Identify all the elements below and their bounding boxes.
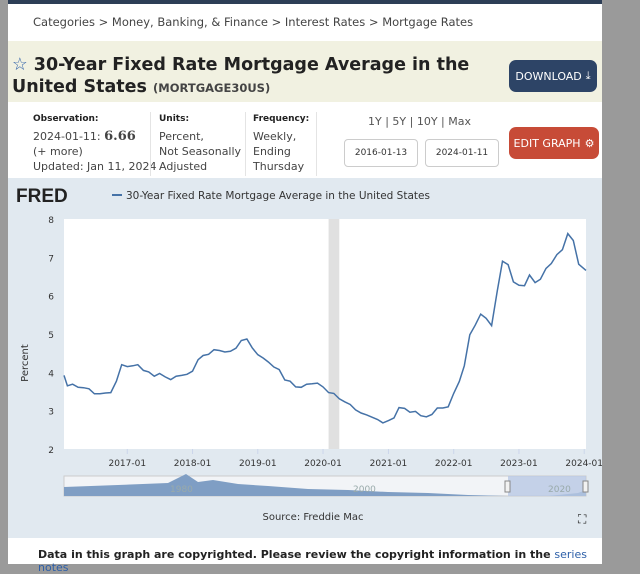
navigator-handle-left[interactable]: [504, 480, 511, 493]
y-axis-label: Percent: [20, 344, 31, 382]
x-tick-label: 2023-01: [500, 459, 538, 469]
edit-graph-label: EDIT GRAPH: [513, 136, 581, 150]
x-tick-label: 2019-01: [239, 459, 277, 469]
observation: Observation: 2024-01-11: 6.66 (+ more) U…: [33, 112, 156, 174]
units-line: Not Seasonally: [159, 145, 242, 158]
y-tick-label: 6: [48, 293, 54, 303]
y-tick-label: 5: [48, 331, 54, 341]
download-icon: ⤓: [585, 69, 591, 82]
chart-area: FRED 30-Year Fixed Rate Mortgage Average…: [8, 178, 603, 538]
observation-date: 2024-01-11:: [33, 130, 101, 143]
units-line: Adjusted: [159, 160, 208, 173]
recession-shading: [328, 219, 340, 449]
units-line: Percent,: [159, 130, 204, 143]
divider: [316, 112, 317, 176]
chart-svg: FRED 30-Year Fixed Rate Mortgage Average…: [16, 186, 603, 526]
page: Categories > Money, Banking, & Finance >…: [8, 0, 603, 574]
x-tick-label: 2021-01: [370, 459, 408, 469]
y-tick-label: 4: [48, 369, 54, 379]
page-title: ☆ 30-Year Fixed Rate Mortgage Average in…: [12, 54, 502, 99]
frequency: Frequency: Weekly, Ending Thursday: [253, 112, 309, 174]
note-text: Data in this graph are copyrighted. Plea…: [38, 548, 551, 561]
x-tick-label: 2017-01: [108, 459, 146, 469]
x-tick-label: 2018-01: [174, 459, 212, 469]
divider: [245, 112, 246, 176]
download-label: DOWNLOAD: [515, 69, 582, 83]
gear-icon: ⚙: [584, 136, 595, 150]
navigator-label: 2020: [548, 485, 571, 495]
fred-logo: FRED: [16, 186, 68, 207]
x-tick-label: 2024-01: [565, 459, 602, 469]
edit-graph-button[interactable]: EDIT GRAPH ⚙: [509, 127, 599, 159]
series-id: (MORTGAGE30US): [153, 81, 271, 95]
observation-label: Observation:: [33, 114, 99, 124]
breadcrumb[interactable]: Categories > Money, Banking, & Finance >…: [33, 15, 473, 29]
units-label: Units:: [159, 114, 190, 124]
download-button[interactable]: DOWNLOAD ⤓: [509, 60, 597, 92]
navigator-window[interactable]: [508, 476, 586, 496]
frequency-line: Weekly,: [253, 130, 297, 143]
copyright-note: Data in this graph are copyrighted. Plea…: [38, 548, 602, 574]
plot-background: [64, 219, 586, 449]
observation-value: 6.66: [104, 129, 136, 144]
y-tick-label: 2: [48, 446, 54, 456]
divider: [150, 112, 151, 176]
more-link[interactable]: (+ more): [33, 144, 156, 159]
source-label: Source: Freddie Mac: [262, 512, 363, 523]
star-icon[interactable]: ☆: [12, 55, 28, 75]
navigator-label: 1980: [170, 485, 193, 495]
legend-label[interactable]: 30-Year Fixed Rate Mortgage Average in t…: [126, 190, 430, 202]
navigator-label: 2000: [353, 485, 376, 495]
y-tick-label: 8: [48, 216, 54, 226]
x-tick-label: 2020-01: [304, 459, 342, 469]
frequency-line: Ending: [253, 145, 291, 158]
navigator-handle-right[interactable]: [582, 480, 589, 493]
y-tick-label: 3: [48, 408, 54, 418]
frequency-label: Frequency:: [253, 114, 310, 124]
start-date-input[interactable]: 2016-01-13: [344, 139, 418, 167]
updated-date: Updated: Jan 11, 2024: [33, 160, 157, 173]
y-tick-label: 7: [48, 254, 54, 264]
end-date-input[interactable]: 2024-01-11: [425, 139, 499, 167]
range-selector[interactable]: 1Y | 5Y | 10Y | Max: [368, 115, 471, 128]
units: Units: Percent, Not Seasonally Adjusted: [159, 112, 241, 174]
fullscreen-icon[interactable]: ⛶: [577, 512, 587, 526]
x-tick-label: 2022-01: [435, 459, 473, 469]
frequency-line: Thursday: [253, 160, 305, 173]
